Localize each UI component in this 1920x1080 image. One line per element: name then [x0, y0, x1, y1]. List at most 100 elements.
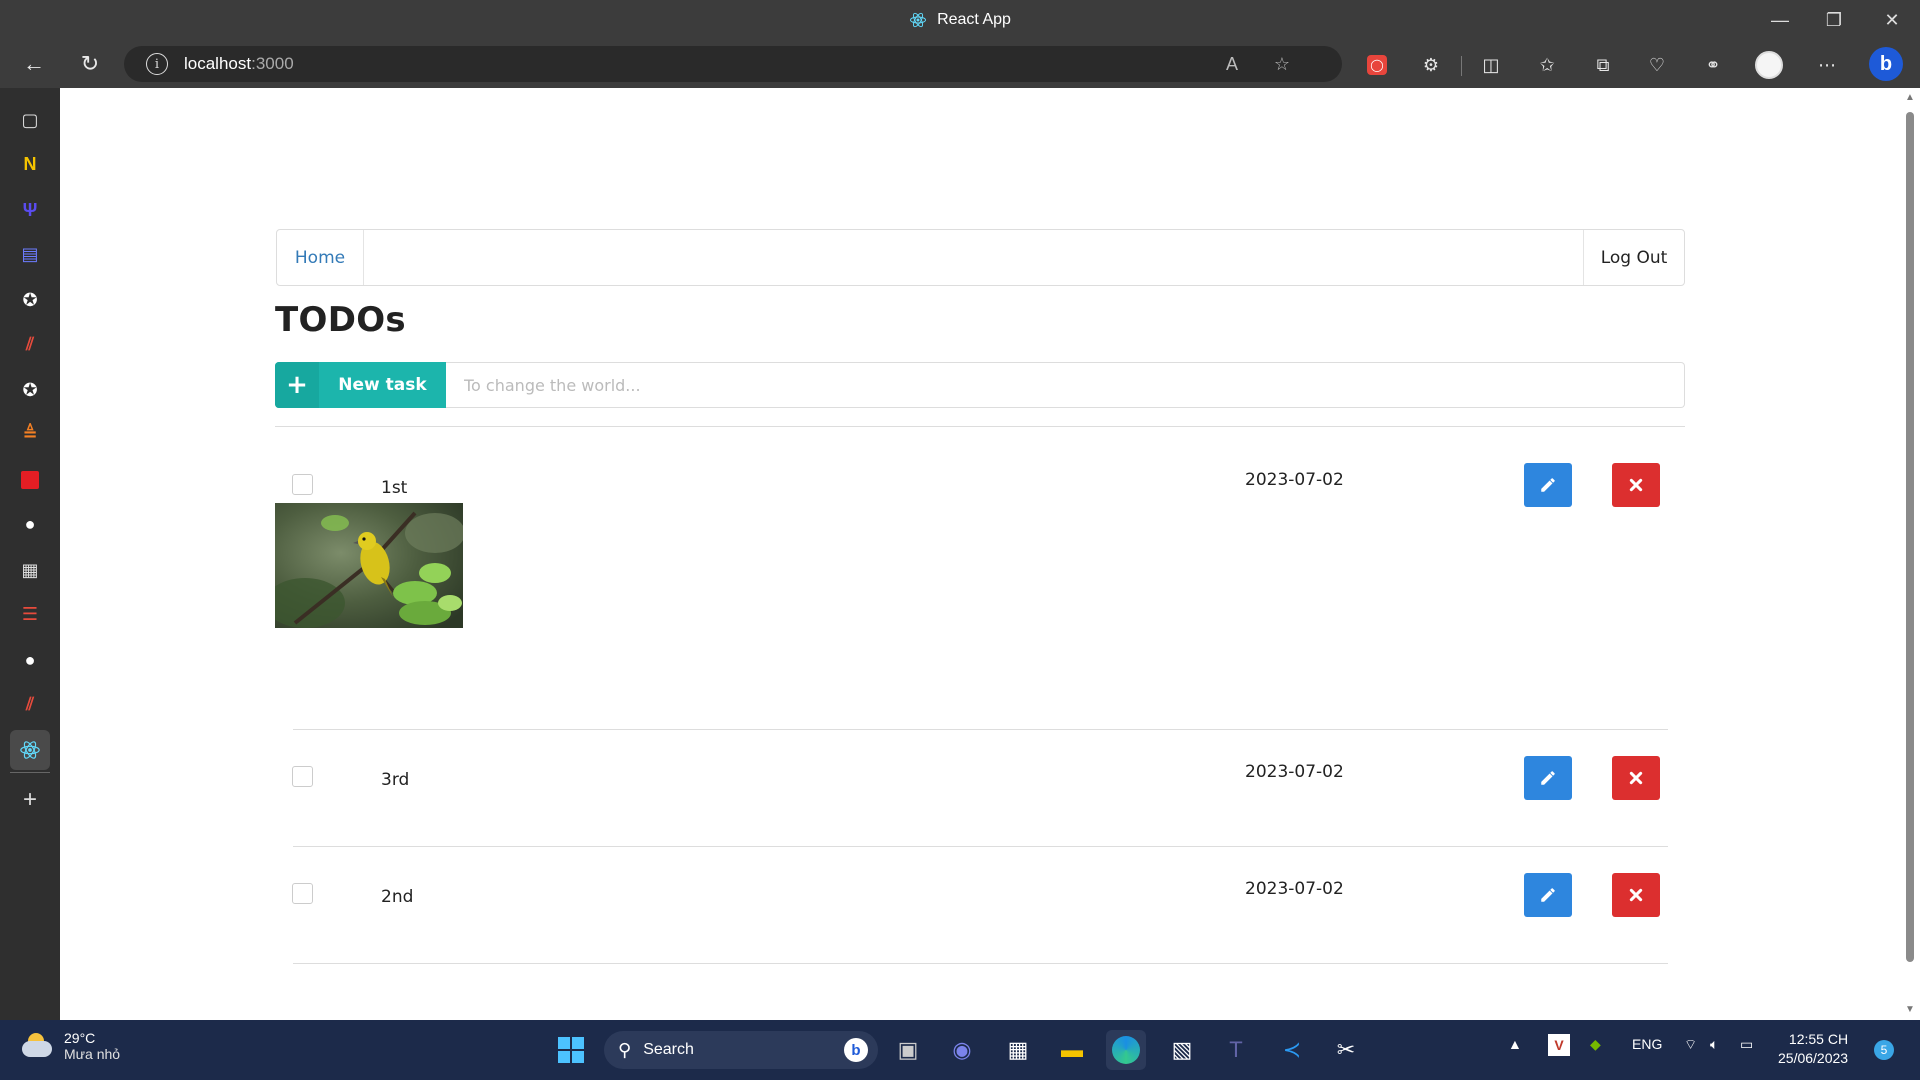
scroll-thumb[interactable] — [1906, 112, 1914, 962]
taskbar-search[interactable]: ⚲ Search b — [604, 1031, 878, 1069]
tabs-icon[interactable]: ▢ — [14, 104, 46, 136]
close-icon — [1629, 478, 1643, 492]
browser-toolbar: ← ↻ i localhost:3000 A ☆ ◯ ⚙ ◫ ✩ ⧉ ♡ ⚭ ⋯… — [0, 40, 1920, 88]
todo-checkbox[interactable] — [292, 474, 313, 495]
weather-desc: Mưa nhỏ — [64, 1046, 121, 1062]
bing-copilot-icon[interactable]: b — [1868, 46, 1904, 82]
todo-label: 1st — [381, 478, 408, 498]
edit-button[interactable] — [1524, 463, 1572, 507]
search-label: Search — [643, 1041, 694, 1058]
weather-temp: 29°C — [64, 1030, 96, 1046]
todo-label: 3rd — [381, 770, 410, 790]
delete-button[interactable] — [1612, 873, 1660, 917]
pencil-icon — [1541, 771, 1555, 785]
teams-icon[interactable]: T — [1216, 1030, 1256, 1070]
browser-sidebar: ▢ N Ψ ▤ ✪ ⫽ ✪ ≜ ● ▦ ☰ ● ⫽ + — [0, 88, 60, 1020]
microsoft-store-icon[interactable]: ▦ — [998, 1030, 1038, 1070]
list-top-divider — [275, 426, 1685, 427]
notification-badge[interactable]: 5 — [1874, 1040, 1894, 1060]
vivaldi-tray-icon[interactable]: V — [1548, 1034, 1570, 1056]
share-icon[interactable]: ⚭ — [1698, 50, 1728, 80]
edge-browser-icon[interactable] — [1106, 1030, 1146, 1070]
pencil-icon — [1541, 478, 1555, 492]
notion-n-icon[interactable]: N — [14, 148, 46, 180]
weather-widget[interactable]: 29°C Mưa nhỏ — [20, 1030, 120, 1062]
app-purple-icon[interactable]: Ψ — [14, 194, 46, 226]
url-text[interactable]: localhost:3000 — [184, 54, 294, 74]
favorites-icon[interactable]: ✩ — [1532, 50, 1562, 80]
wifi-icon[interactable]: ⌔ — [1684, 1036, 1697, 1054]
favorite-star-icon[interactable]: ☆ — [1268, 50, 1296, 78]
tray-overflow-icon[interactable]: ▲ — [1508, 1036, 1522, 1052]
todo-checkbox[interactable] — [292, 766, 313, 787]
browser-titlebar: React App — ❐ ✕ — [0, 0, 1920, 40]
more-menu-icon[interactable]: ⋯ — [1812, 50, 1842, 80]
restore-button[interactable]: ❐ — [1806, 0, 1862, 40]
todo-divider — [293, 846, 1668, 847]
extension-red-icon[interactable]: ◯ — [1362, 50, 1392, 80]
window-title-text: React App — [937, 11, 1011, 28]
read-aloud-icon[interactable]: A — [1218, 50, 1246, 78]
language-indicator[interactable]: ENG — [1632, 1036, 1662, 1052]
todo-item: 2nd 2023-07-02 — [275, 871, 1685, 931]
volume-icon[interactable]: 🔈︎ — [1710, 1036, 1718, 1053]
profile-avatar[interactable] — [1754, 50, 1784, 80]
todo-date: 2023-07-02 — [1245, 762, 1344, 782]
site-info-icon[interactable]: i — [146, 53, 168, 75]
app-red-slash-icon[interactable]: ⫽ — [14, 328, 46, 360]
navbar: Home Log Out — [276, 229, 1685, 286]
github-icon[interactable]: ● — [14, 508, 46, 540]
scroll-down-arrow[interactable]: ▼ — [1905, 1004, 1915, 1015]
bing-icon: b — [844, 1038, 868, 1062]
new-task-label: New task — [338, 375, 427, 395]
refresh-button[interactable]: ↻ — [72, 46, 108, 82]
task-view-icon[interactable]: ▣ — [888, 1030, 928, 1070]
delete-button[interactable] — [1612, 463, 1660, 507]
auth0-icon-2[interactable]: ✪ — [14, 374, 46, 406]
scroll-up-arrow[interactable]: ▲ — [1905, 92, 1915, 103]
edit-button[interactable] — [1524, 873, 1572, 917]
app-blue-icon[interactable]: ▤ — [14, 238, 46, 270]
new-task-button[interactable]: + New task — [275, 362, 446, 408]
react-app-tab-icon[interactable] — [10, 730, 50, 770]
app-list-icon[interactable]: ☰ — [14, 598, 46, 630]
auth0-icon[interactable]: ✪ — [14, 284, 46, 316]
todo-item: 3rd 2023-07-02 — [275, 754, 1685, 814]
clock-time: 12:55 CH — [1788, 1031, 1849, 1047]
back-button[interactable]: ← — [16, 46, 52, 82]
battery-icon[interactable]: ▭ — [1740, 1036, 1753, 1053]
system-clock[interactable]: 12:55 CH 25/06/2023 — [1778, 1030, 1848, 1068]
new-task-input[interactable] — [446, 362, 1685, 408]
edit-button[interactable] — [1524, 756, 1572, 800]
page-scrollbar[interactable]: ▲ ▼ — [1900, 88, 1920, 1020]
teams-chat-icon[interactable]: ◉ — [942, 1030, 982, 1070]
vscode-icon[interactable]: ≺ — [1272, 1030, 1312, 1070]
snipping-tool-icon[interactable]: ✂ — [1326, 1030, 1366, 1070]
file-explorer-icon[interactable]: ▬ — [1052, 1030, 1092, 1070]
plus-icon: + — [275, 362, 319, 408]
browser-essentials-icon[interactable]: ♡ — [1642, 50, 1672, 80]
todo-divider — [293, 963, 1668, 964]
todo-checkbox[interactable] — [292, 883, 313, 904]
app-red-square-icon[interactable] — [14, 464, 46, 496]
close-icon — [1629, 771, 1643, 785]
windows-start-icon[interactable] — [551, 1030, 591, 1070]
app-calendar-icon[interactable]: ▦ — [14, 554, 46, 586]
toolbar-divider — [1461, 56, 1462, 76]
delete-button[interactable] — [1612, 756, 1660, 800]
home-link[interactable]: Home — [277, 230, 364, 285]
minimize-button[interactable]: — — [1752, 0, 1808, 40]
close-window-button[interactable]: ✕ — [1864, 0, 1920, 40]
collections-icon[interactable]: ⧉ — [1588, 50, 1618, 80]
add-icon[interactable]: + — [14, 784, 46, 816]
extensions-icon[interactable]: ⚙ — [1416, 50, 1446, 80]
app-red-slash-icon-2[interactable]: ⫽ — [14, 688, 46, 720]
snipping-app-icon[interactable]: ▧ — [1162, 1030, 1202, 1070]
split-screen-icon[interactable]: ◫ — [1476, 50, 1506, 80]
address-bar[interactable]: i localhost:3000 A ☆ — [124, 46, 1342, 82]
todo-item: 1st 2023-07-02 — [275, 456, 1685, 716]
nvidia-icon[interactable]: ◆ — [1590, 1036, 1601, 1053]
logout-link[interactable]: Log Out — [1583, 230, 1684, 285]
github-icon-2[interactable]: ● — [14, 644, 46, 676]
stackoverflow-icon[interactable]: ≜ — [14, 418, 46, 450]
